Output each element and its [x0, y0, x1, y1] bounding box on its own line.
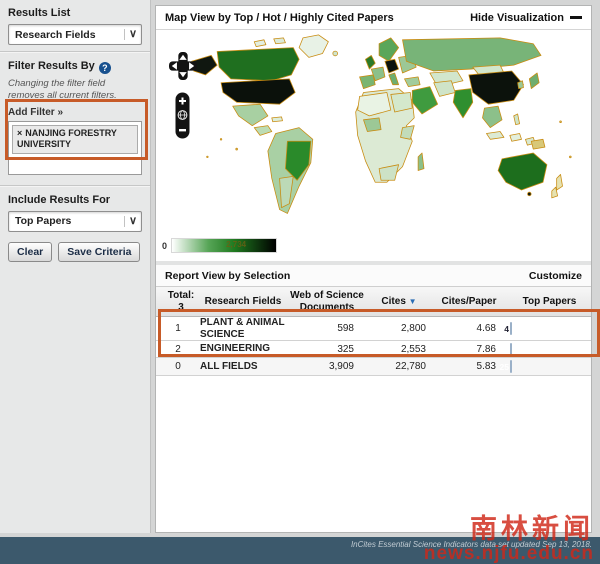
filter-tag-label: NANJING FORESTRY UNIVERSITY	[17, 128, 117, 150]
filter-by-label: Filter Results By?	[8, 60, 142, 74]
watermark-chinese-title: 南林新闻	[424, 516, 594, 543]
chevron-down-icon: ∨	[124, 216, 137, 227]
column-top-papers[interactable]: Top Papers	[508, 296, 591, 308]
row-field[interactable]: ENGINEERING	[200, 343, 286, 355]
report-header: Report View by Selection Customize	[156, 265, 591, 287]
top-papers-bar: 25	[510, 360, 512, 373]
filter-tag[interactable]: ×NANJING FORESTRY UNIVERSITY	[12, 125, 138, 154]
row-field[interactable]: ALL FIELDS	[200, 361, 286, 373]
map-legend: 0 2,734	[162, 238, 277, 253]
hide-visualization-button[interactable]: Hide Visualization	[470, 12, 582, 24]
clear-button[interactable]: Clear	[8, 242, 52, 262]
table-row[interactable]: 0 ALL FIELDS 3,909 22,780 5.83 25	[156, 358, 591, 376]
row-cites: 2,800	[368, 323, 430, 334]
main-panel: Map View by Top / Hot / Highly Cited Pap…	[155, 5, 592, 533]
top-papers-value: 25	[500, 361, 509, 372]
app-window: Results List Research Fields ∨ Filter Re…	[0, 0, 600, 564]
row-cites: 2,553	[368, 344, 430, 355]
help-icon[interactable]: ?	[99, 62, 111, 74]
include-results-section: Include Results For Top Papers ∨ Clear S…	[0, 187, 150, 268]
map-pan-control[interactable]	[169, 52, 197, 85]
sidebar-buttons: Clear Save Criteria	[8, 242, 142, 262]
visualization-header: Map View by Top / Hot / Highly Cited Pap…	[156, 6, 591, 30]
row-docs: 598	[286, 323, 368, 334]
top-papers-bar: 4	[510, 322, 512, 335]
legend-min-label: 0	[162, 241, 167, 251]
map-view-title: Map View by Top / Hot / Highly Cited Pap…	[165, 12, 394, 24]
results-list-select[interactable]: Research Fields ∨	[8, 24, 142, 45]
world-map-area: 0 2,734	[156, 30, 591, 265]
sidebar: Results List Research Fields ∨ Filter Re…	[0, 0, 151, 533]
row-field[interactable]: PLANT & ANIMAL SCIENCE	[200, 317, 286, 340]
top-papers-value: 4	[504, 323, 509, 334]
row-cites-per-paper: 5.83	[430, 361, 508, 372]
map-zoom-control[interactable]	[175, 92, 190, 144]
report-table: Total: 3 Research Fields Web of Science …	[156, 287, 591, 376]
column-wos-documents[interactable]: Web of Science Documents	[286, 290, 368, 313]
top-papers-value: 9	[504, 344, 509, 355]
zoom-out-icon	[179, 129, 186, 131]
sort-desc-icon: ▼	[409, 297, 417, 306]
filter-box: ×NANJING FORESTRY UNIVERSITY	[8, 121, 142, 175]
report-title: Report View by Selection	[165, 270, 290, 282]
filter-note: Changing the filter field removes all cu…	[8, 78, 142, 102]
results-list-value: Research Fields	[15, 29, 96, 41]
table-row[interactable]: 1 PLANT & ANIMAL SCIENCE 598 2,800 4.68 …	[156, 317, 591, 341]
row-docs: 3,909	[286, 361, 368, 372]
watermark: 南林新闻 news.njfu.edu.cn	[424, 516, 594, 563]
row-docs: 325	[286, 344, 368, 355]
filter-section: Filter Results By? Changing the filter f…	[0, 53, 150, 181]
include-results-value: Top Papers	[15, 215, 71, 227]
remove-filter-icon[interactable]: ×	[17, 128, 22, 138]
row-rank: 0	[156, 361, 200, 372]
row-rank: 2	[156, 344, 200, 355]
row-cites-per-paper: 7.86	[430, 344, 508, 355]
total-header: Total: 3	[156, 290, 200, 313]
row-cites: 22,780	[368, 361, 430, 372]
customize-link[interactable]: Customize	[529, 270, 582, 282]
column-cites-sort[interactable]: Cites ▼	[368, 296, 430, 308]
chevron-down-icon: ∨	[124, 29, 137, 40]
results-list-section: Results List Research Fields ∨	[0, 0, 150, 51]
results-list-label: Results List	[8, 7, 142, 19]
legend-max-label: 2,734	[226, 240, 246, 249]
column-research-fields[interactable]: Research Fields	[200, 296, 286, 308]
world-choropleth-map[interactable]	[178, 32, 588, 232]
column-cites-per-paper[interactable]: Cites/Paper	[430, 296, 508, 308]
include-results-label: Include Results For	[8, 194, 142, 206]
watermark-url: news.njfu.edu.cn	[424, 544, 594, 563]
legend-gradient-bar: 2,734	[171, 238, 277, 253]
add-filter-link[interactable]: Add Filter »	[8, 107, 142, 118]
save-criteria-button[interactable]: Save Criteria	[58, 242, 140, 262]
minus-icon	[570, 16, 582, 19]
row-cites-per-paper: 4.68	[430, 323, 508, 334]
row-rank: 1	[156, 323, 200, 334]
table-row[interactable]: 2 ENGINEERING 325 2,553 7.86 9	[156, 341, 591, 358]
table-header-row: Total: 3 Research Fields Web of Science …	[156, 287, 591, 317]
top-papers-bar: 9	[510, 343, 512, 356]
include-results-select[interactable]: Top Papers ∨	[8, 211, 142, 232]
